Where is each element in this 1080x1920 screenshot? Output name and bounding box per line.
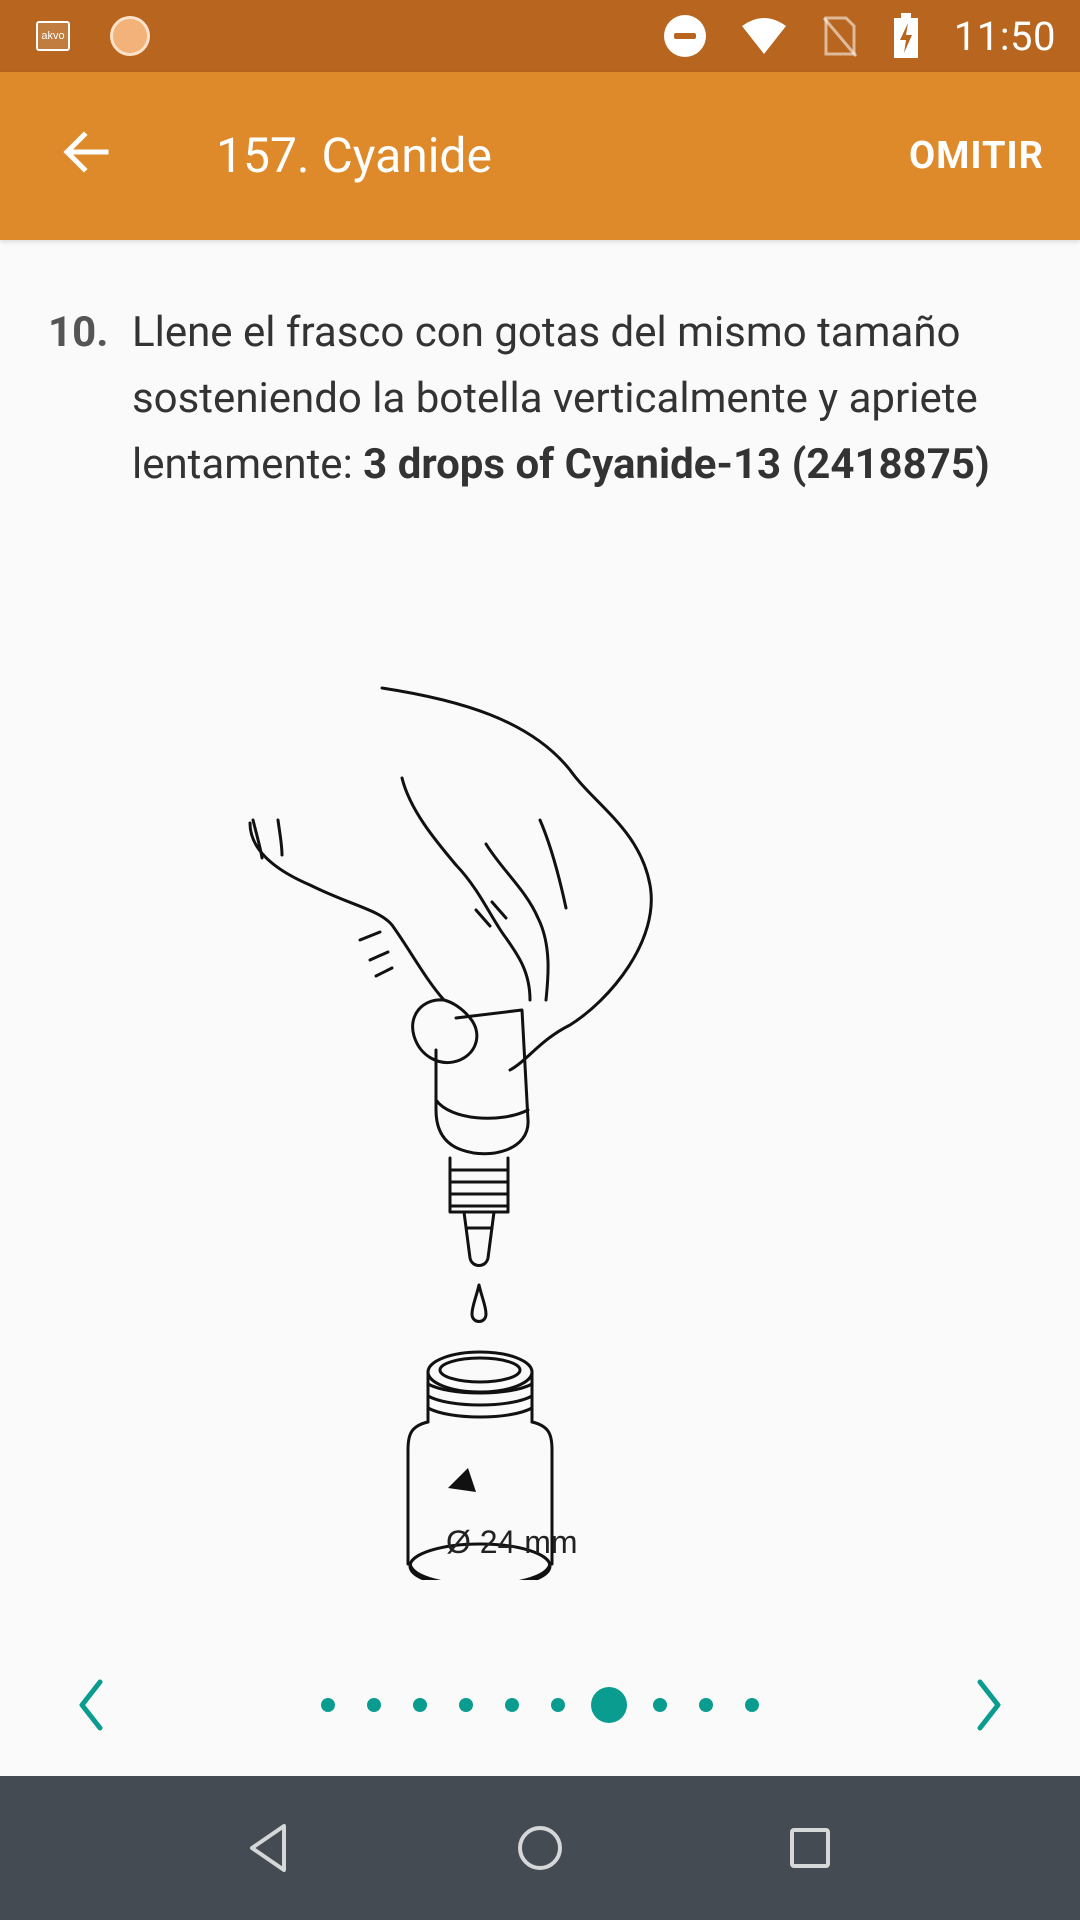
akvo-app-icon: akvo	[36, 21, 70, 51]
page-dot[interactable]	[459, 1698, 473, 1712]
page-dot[interactable]	[413, 1698, 427, 1712]
page-dot[interactable]	[745, 1698, 759, 1712]
triangle-back-icon	[250, 1824, 286, 1872]
system-back-button[interactable]	[240, 1818, 300, 1878]
status-indicators: 11:50	[663, 0, 1056, 72]
skip-button[interactable]: OMITIR	[909, 124, 1044, 188]
page-dot[interactable]	[321, 1698, 335, 1712]
step-text: Llene el frasco con gotas del mismo tama…	[132, 300, 1008, 498]
page-dot[interactable]	[505, 1698, 519, 1712]
page-dot[interactable]	[699, 1698, 713, 1712]
page-title: 157. Cyanide	[216, 127, 492, 184]
wifi-icon	[740, 16, 788, 56]
arrow-left-icon	[63, 131, 109, 173]
circle-home-icon	[518, 1826, 562, 1870]
page-dot[interactable]	[551, 1698, 565, 1712]
dropper-illustration	[248, 686, 653, 1580]
page-dot[interactable]	[653, 1698, 667, 1712]
do-not-disturb-icon	[663, 15, 706, 57]
screen: akvo 11:50 157. Cyanide OMITIR 10. Llene…	[0, 0, 1080, 1920]
back-button[interactable]	[56, 122, 116, 182]
battery-charging-icon	[892, 13, 920, 59]
status-bar: akvo 11:50	[0, 0, 1080, 72]
instruction-step: 10. Llene el frasco con gotas del mismo …	[48, 300, 1008, 498]
step-text-bold: 3 drops of Cyanide-13 (2418875)	[363, 440, 990, 489]
akvo-icon-label: akvo	[41, 30, 65, 42]
system-recents-button[interactable]	[780, 1818, 840, 1878]
status-clock: 11:50	[953, 12, 1056, 60]
no-sim-icon	[822, 14, 858, 58]
page-dot[interactable]	[367, 1698, 381, 1712]
next-step-button[interactable]	[950, 1670, 1020, 1740]
page-indicator	[0, 1660, 1080, 1750]
system-home-button[interactable]	[510, 1818, 570, 1878]
chevron-right-icon	[977, 1679, 1001, 1731]
page-dot-active[interactable]	[591, 1687, 627, 1723]
step-number: 10.	[48, 308, 109, 357]
status-notifications: akvo	[36, 0, 150, 72]
system-nav-bar	[0, 1776, 1080, 1920]
step-pager	[0, 1660, 1080, 1750]
app-bar: 157. Cyanide OMITIR	[0, 72, 1080, 240]
square-recents-icon	[790, 1828, 830, 1868]
vial-size-label: Ø 24 mm	[446, 1524, 578, 1560]
sun-notification-icon	[110, 16, 150, 56]
